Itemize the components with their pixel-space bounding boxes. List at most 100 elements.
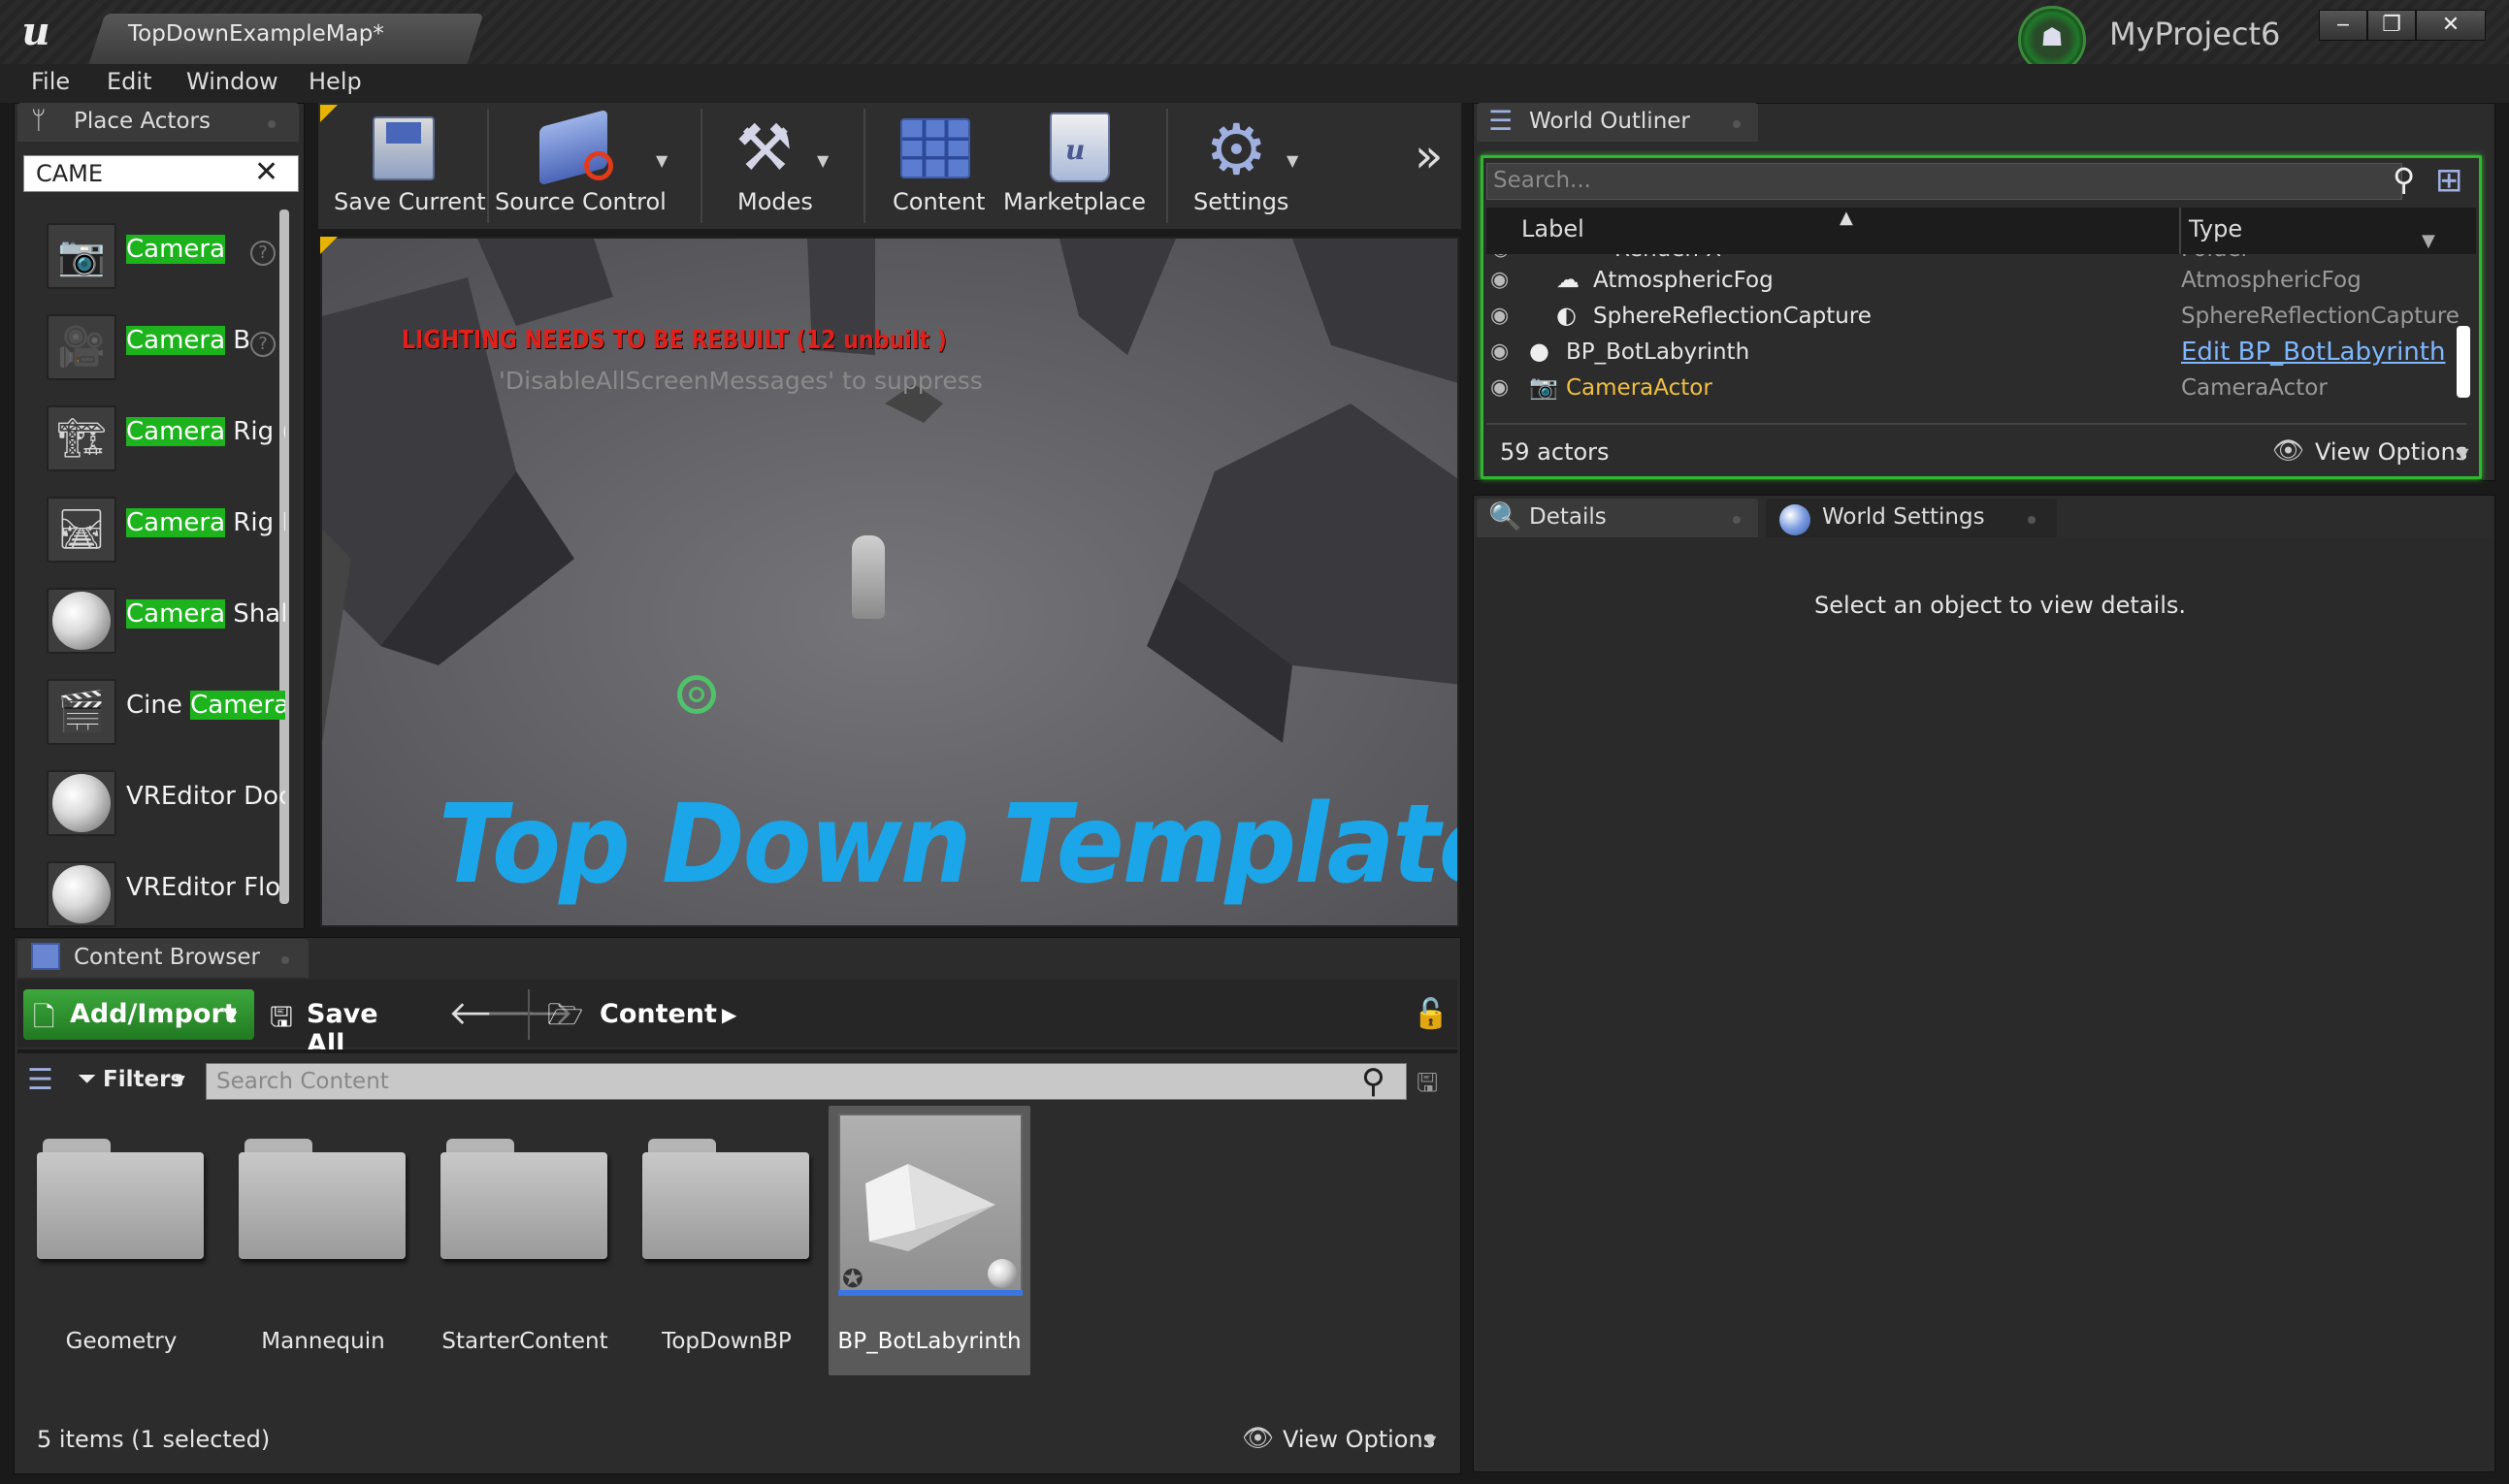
eye-icon[interactable]: ◉ — [1490, 339, 1509, 364]
folder-tile[interactable]: StarterContent — [423, 1106, 625, 1375]
mannequin-character[interactable] — [852, 535, 885, 619]
table-row[interactable]: ◉ ● BP_BotLabyrinth Edit BP_BotLabyrinth — [1486, 338, 2466, 373]
sphere-shape — [52, 592, 111, 650]
row-type: SphereReflectionCapture — [2181, 304, 2460, 329]
eye-icon[interactable]: ◉ — [1490, 375, 1509, 400]
eye-icon[interactable]: ◉ — [1492, 254, 1509, 260]
list-item[interactable]: 🎥 Camera B? — [33, 305, 285, 392]
folder-body-shape — [37, 1152, 204, 1259]
clear-search-icon[interactable]: ✕ — [254, 155, 278, 190]
content-search-input[interactable]: Search Content ⚲ — [206, 1062, 1407, 1101]
close-button[interactable]: ✕ — [2416, 10, 2486, 41]
breadcrumb-arrow-icon[interactable]: ▶ — [722, 1003, 736, 1026]
list-item[interactable]: 🎬 Cine Camera — [33, 669, 285, 757]
tab-close-dot-icon[interactable] — [1733, 516, 1741, 524]
toolbar-overflow-icon[interactable]: » — [1415, 132, 1443, 180]
chevron-down-icon[interactable]: ▼ — [2422, 231, 2435, 251]
eye-icon: 👁 — [1242, 1424, 1275, 1453]
help-icon[interactable]: ? — [250, 241, 276, 266]
col-type-header[interactable]: Type — [2189, 215, 2242, 242]
eye-icon[interactable]: ◉ — [1490, 304, 1509, 328]
save-all-button[interactable]: 🖫 Save All — [270, 989, 425, 1059]
row-type: Folder — [2181, 254, 2250, 262]
eye-icon[interactable]: ◉ — [1490, 268, 1509, 292]
menu-file[interactable]: File — [31, 68, 70, 95]
camera-icon: 📷 — [47, 223, 116, 289]
marketplace-button[interactable]: u Marketplace — [999, 109, 1164, 227]
list-item-label: VREditor Flo — [126, 873, 285, 902]
content-button[interactable]: Content — [873, 109, 999, 227]
tab-close-dot-icon[interactable] — [281, 956, 289, 964]
marketplace-bag-icon: u — [1050, 113, 1110, 182]
search-match-highlight: Camera — [126, 417, 226, 446]
list-item[interactable]: 🏗 Camera Rig ( — [33, 396, 285, 483]
table-row[interactable]: ◉ ◐ SphereReflectionCapture SphereReflectio… — [1486, 302, 2466, 338]
list-item[interactable]: VREditor Doc — [33, 760, 285, 848]
cine-camera-icon: 🎬 — [47, 679, 116, 745]
filters-button[interactable]: ⏷ Filters ▼ — [78, 1063, 194, 1100]
tools-wrench-icon: ⚒ — [735, 111, 794, 185]
menu-edit[interactable]: Edit — [107, 68, 151, 95]
unlock-icon[interactable]: 🔓 — [1413, 997, 1449, 1031]
add-folder-icon[interactable]: ⊞ — [2435, 161, 2463, 200]
modes-label: Modes — [737, 188, 813, 215]
list-item[interactable]: Camera Shal — [33, 578, 285, 665]
table-row[interactable]: ◉ Renden X Folder — [1486, 254, 2466, 266]
template-banner: Top Down Template — [439, 782, 1459, 908]
list-item[interactable]: VREditor Flo — [33, 852, 285, 927]
outliner-footer-divider — [1486, 423, 2466, 425]
search-match-highlight: Camera — [126, 599, 226, 629]
suppress-hint: 'DisableAllScreenMessages' to suppress — [499, 367, 983, 395]
outliner-view-options[interactable]: View Options — [2315, 438, 2467, 466]
row-type: AtmosphericFog — [2181, 268, 2362, 293]
modes-button[interactable]: ⚒ Modes ▼ — [718, 109, 834, 227]
content-status: 5 items (1 selected) — [37, 1426, 271, 1453]
edit-blueprint-link[interactable]: Edit BP_BotLabyrinth — [2181, 338, 2445, 367]
tab-close-dot-icon[interactable] — [268, 120, 276, 128]
table-row[interactable]: ◉ 📷 CameraActor CameraActor — [1486, 373, 2466, 409]
toolbar-divider — [487, 109, 489, 223]
content-view-options[interactable]: View Options — [1283, 1426, 1435, 1453]
breadcrumb-content[interactable]: Content — [600, 999, 717, 1029]
sphere-icon — [47, 588, 116, 654]
source-control-button[interactable]: Source Control ▼ — [491, 109, 675, 227]
list-item[interactable]: 📷 Camera? — [33, 213, 285, 301]
outliner-header — [1486, 208, 2476, 254]
menu-window[interactable]: Window — [186, 68, 278, 95]
search-icon[interactable]: ⚲ — [2393, 161, 2415, 198]
tab-close-dot-icon[interactable] — [2028, 516, 2036, 524]
settings-button[interactable]: ⚙ Settings ▼ — [1184, 109, 1310, 227]
folder-tile[interactable]: Geometry — [19, 1106, 221, 1375]
blueprint-sphere-icon: ● — [1529, 338, 1549, 365]
eye-icon: 👁 — [2272, 436, 2305, 466]
col-label-header[interactable]: Label — [1521, 215, 1584, 242]
blueprint-type-bar — [838, 1290, 1023, 1296]
tab-close-dot-icon[interactable] — [1733, 120, 1741, 128]
outliner-search-placeholder: Search... — [1493, 168, 1591, 193]
restore-button[interactable]: ❐ — [2367, 10, 2416, 41]
level-viewport[interactable]: LIGHTING NEEDS TO BE REBUILT (12 unbuilt… — [320, 237, 1459, 927]
search-icon[interactable]: ⚲ — [1361, 1062, 1385, 1101]
minimize-button[interactable]: ‒ — [2319, 10, 2367, 41]
row-label: SphereReflectionCapture — [1593, 304, 1872, 329]
sort-ascending-icon: ▲ — [1840, 208, 1853, 228]
sources-panel-toggle-icon[interactable]: ☰ — [27, 1063, 53, 1097]
outliner-search-input[interactable]: Search... — [1486, 163, 2402, 200]
save-search-icon[interactable]: 🖫 — [1417, 1065, 1438, 1108]
menu-help[interactable]: Help — [309, 68, 362, 95]
place-actors-icon: ᛘ — [31, 107, 47, 136]
folder-tile[interactable]: Mannequin — [221, 1106, 423, 1375]
asset-grid: Geometry Mannequin StarterContent TopDownBP — [19, 1106, 1455, 1397]
help-icon[interactable]: ? — [250, 332, 276, 357]
list-item[interactable]: 🛤 Camera Rig R — [33, 487, 285, 574]
save-current-button[interactable]: Save Current — [326, 109, 486, 227]
folder-tile[interactable]: TopDownBP — [625, 1106, 827, 1375]
search-match-highlight: Camera — [126, 235, 226, 264]
table-row[interactable]: ◉ ☁ AtmosphericFog AtmosphericFog — [1486, 266, 2466, 302]
content-label: Content — [893, 188, 986, 215]
folder-label: StarterContent — [441, 1329, 608, 1354]
place-actors-tab-label: Place Actors — [74, 109, 211, 134]
outliner-scrollbar[interactable] — [2457, 326, 2470, 398]
toolbar-divider — [528, 989, 530, 1040]
add-import-button[interactable]: 🗋 Add/Import ▼ — [23, 989, 254, 1040]
